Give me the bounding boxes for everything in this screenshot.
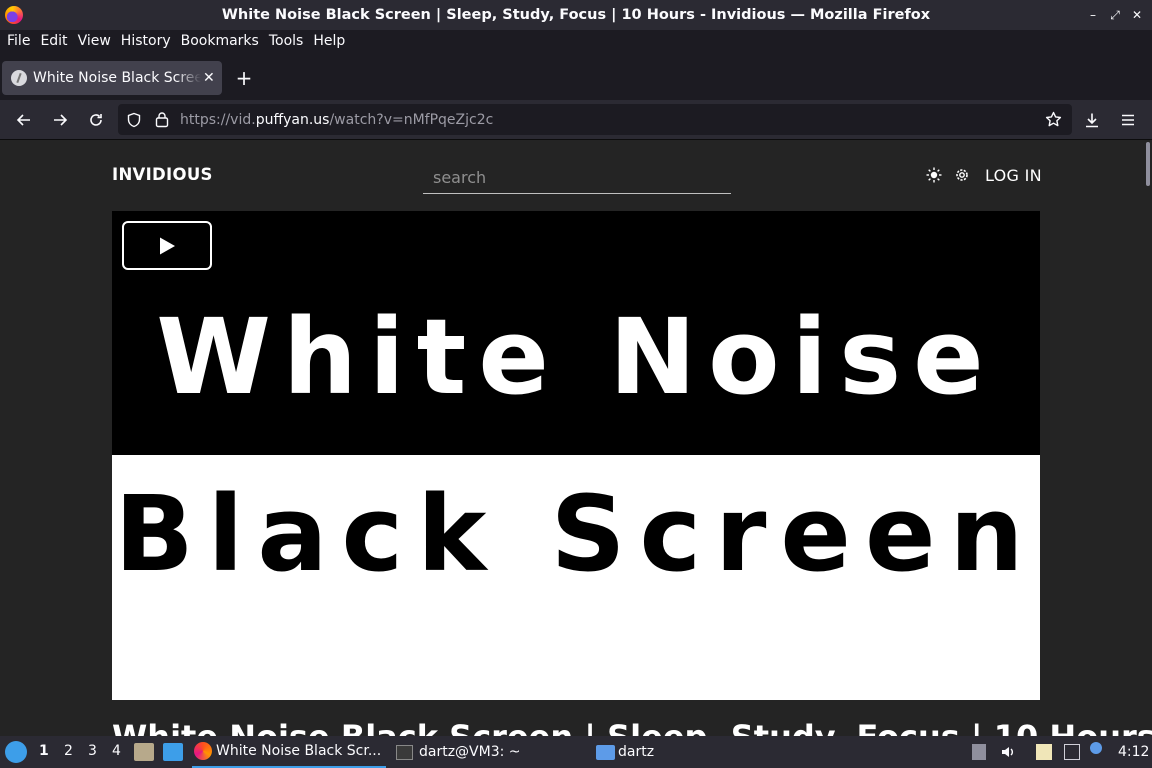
taskbar-task-terminal-label: dartz@VM3: ~ <box>419 744 521 760</box>
firefox-logo-icon <box>5 6 23 24</box>
back-button[interactable] <box>12 108 36 132</box>
terminal-icon <box>396 744 413 760</box>
taskbar: 1 2 3 4 White Noise Black Scr... dartz@V… <box>0 736 1152 768</box>
menu-edit[interactable]: Edit <box>35 33 72 49</box>
window-titlebar: White Noise Black Screen | Sleep, Study,… <box>0 0 1152 30</box>
downloads-button[interactable] <box>1080 108 1104 132</box>
taskbar-clock[interactable]: 4:12 <box>1118 744 1149 760</box>
login-link[interactable]: LOG IN <box>985 166 1042 185</box>
taskbar-task-firefox-label: White Noise Black Scr... <box>216 743 382 759</box>
forward-button[interactable] <box>48 108 72 132</box>
workspace-1[interactable]: 1 <box>39 743 49 759</box>
page-scrollbar[interactable] <box>1146 142 1150 186</box>
bookmark-star-icon[interactable] <box>1045 111 1062 128</box>
hamburger-menu-icon <box>1122 114 1134 126</box>
window-controls: – ⤢ ✕ <box>1084 6 1146 24</box>
preferences-gear-icon[interactable] <box>954 167 970 183</box>
window-title: White Noise Black Screen | Sleep, Study,… <box>221 7 931 23</box>
page-content: INVIDIOUS LOG IN White Noise Black Scree… <box>0 140 1152 736</box>
video-player[interactable]: White Noise Black Screen <box>112 211 1040 700</box>
reload-icon <box>90 114 102 126</box>
play-icon <box>160 237 175 254</box>
menu-tools[interactable]: Tools <box>264 33 309 49</box>
thumbnail-text-line1: White Noise <box>156 296 996 418</box>
video-title: White Noise Black Screen | Sleep, Study,… <box>112 718 1152 736</box>
menu-view[interactable]: View <box>73 33 116 49</box>
menu-help[interactable]: Help <box>308 33 350 49</box>
play-button[interactable] <box>122 221 212 270</box>
thumbnail-text-line2: Black Screen <box>114 473 1038 595</box>
firefox-task-icon <box>194 742 212 760</box>
lock-icon[interactable] <box>154 111 170 128</box>
app-menu-button[interactable] <box>1116 108 1140 132</box>
workspace-3[interactable]: 3 <box>88 743 97 759</box>
minimize-button[interactable]: – <box>1084 6 1102 24</box>
new-tab-button[interactable]: + <box>232 66 256 90</box>
shield-icon[interactable] <box>126 112 142 128</box>
menu-history[interactable]: History <box>116 33 176 49</box>
volume-icon[interactable] <box>1000 744 1016 760</box>
tab-close-button[interactable]: ✕ <box>203 70 215 86</box>
download-icon <box>1086 113 1098 128</box>
maximize-button[interactable]: ⤢ <box>1106 6 1124 24</box>
workspace-4[interactable]: 4 <box>112 743 121 759</box>
menu-bookmarks[interactable]: Bookmarks <box>176 33 264 49</box>
taskbar-task-files[interactable]: dartz <box>596 736 706 768</box>
taskbar-task-files-label: dartz <box>618 744 655 760</box>
network-tray-icon[interactable] <box>1064 744 1080 760</box>
url-bar[interactable]: https://vid.puffyan.us/watch?v=nMfPqeZjc… <box>118 104 1072 135</box>
tab-strip: White Noise Black Screen | Sleep, Study,… <box>0 52 1152 100</box>
taskbar-task-firefox[interactable]: White Noise Black Scr... <box>192 736 386 768</box>
url-domain: puffyan.us <box>255 111 330 128</box>
tab-title: White Noise Black Screen | Sleep, Study,… <box>33 70 201 86</box>
theme-toggle-sun-icon[interactable] <box>926 167 942 183</box>
reload-button[interactable] <box>84 108 108 132</box>
url-suffix: /watch?v=nMfPqeZjc2c <box>329 111 494 128</box>
close-window-button[interactable]: ✕ <box>1128 6 1146 24</box>
notes-tray-icon[interactable] <box>1036 744 1052 760</box>
menu-bar: File Edit View History Bookmarks Tools H… <box>0 30 1152 52</box>
url-text[interactable]: https://vid.puffyan.us/watch?v=nMfPqeZjc… <box>180 112 493 128</box>
back-arrow-icon <box>16 114 30 126</box>
folder-icon <box>596 744 615 760</box>
forward-arrow-icon <box>54 114 68 126</box>
menu-file[interactable]: File <box>2 33 35 49</box>
tab-active[interactable]: White Noise Black Screen | Sleep, Study,… <box>2 61 222 95</box>
search-input[interactable] <box>423 162 731 194</box>
clipboard-tray-icon[interactable] <box>972 744 986 760</box>
url-prefix: https://vid. <box>180 111 256 128</box>
taskbar-task-terminal[interactable]: dartz@VM3: ~ <box>396 736 586 768</box>
workspace-2[interactable]: 2 <box>64 743 73 759</box>
navigation-toolbar: https://vid.puffyan.us/watch?v=nMfPqeZjc… <box>0 100 1152 140</box>
start-menu-icon[interactable] <box>5 741 27 763</box>
tab-favicon-icon <box>11 70 27 86</box>
notification-tray-icon[interactable] <box>1090 742 1102 754</box>
invidious-logo[interactable]: INVIDIOUS <box>112 165 213 184</box>
show-desktop-icon[interactable] <box>163 743 183 761</box>
file-manager-launcher-icon[interactable] <box>134 743 154 761</box>
